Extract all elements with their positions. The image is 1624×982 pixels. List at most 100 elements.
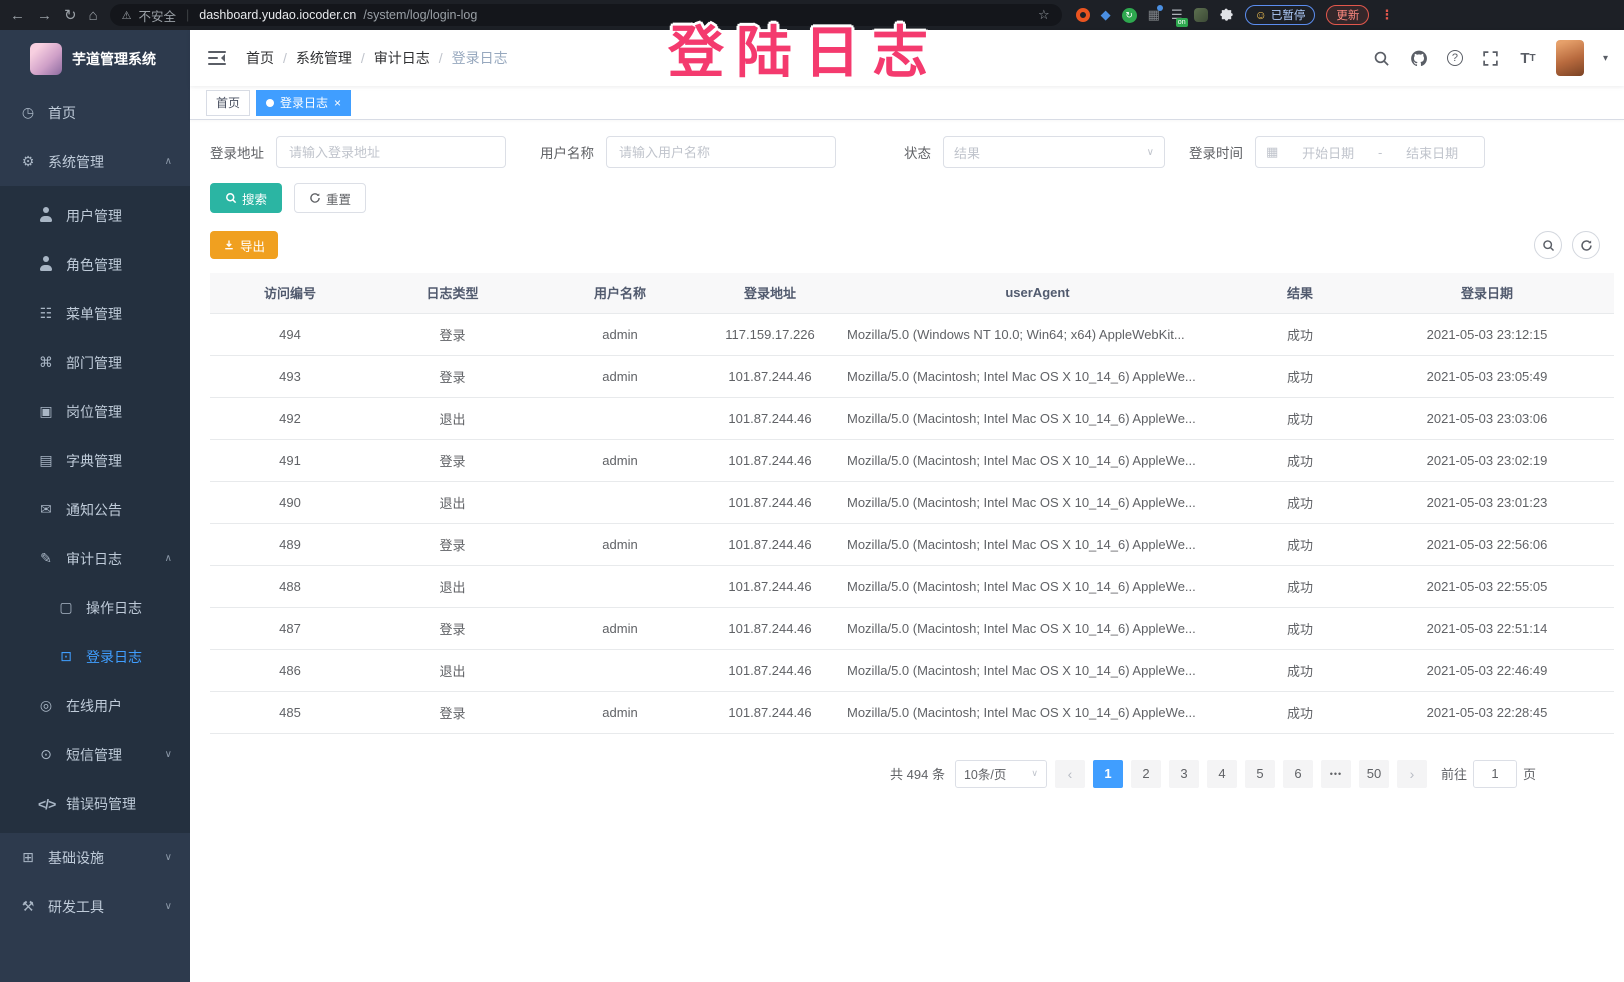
sidebar-item-home[interactable]: ◷ 首页 <box>0 88 190 137</box>
leaf-extension-icon[interactable] <box>1194 8 1208 22</box>
sidebar-item-menus[interactable]: ☷ 菜单管理 <box>0 289 190 338</box>
security-label[interactable]: 不安全 <box>139 6 177 25</box>
page-button-1[interactable]: 1 <box>1093 760 1123 788</box>
export-button[interactable]: 导出 <box>210 231 278 259</box>
breadcrumb-home[interactable]: 首页 <box>246 48 274 68</box>
cell-useragent: Mozilla/5.0 (Macintosh; Intel Mac OS X 1… <box>835 439 1240 481</box>
breadcrumb-system[interactable]: 系统管理 <box>296 48 352 68</box>
cell-result: 成功 <box>1240 313 1360 355</box>
font-size-icon[interactable]: TT <box>1519 49 1537 67</box>
download-icon <box>223 239 235 251</box>
extensions-paused-badge[interactable]: ☺ 已暂停 <box>1245 5 1316 25</box>
header-actions: ? TT ▾ <box>1373 40 1608 76</box>
cell-useragent: Mozilla/5.0 (Macintosh; Intel Mac OS X 1… <box>835 355 1240 397</box>
sidebar-item-posts[interactable]: ▣ 岗位管理 <box>0 387 190 436</box>
refresh-table-button[interactable] <box>1572 231 1600 259</box>
next-page-button[interactable]: › <box>1397 760 1427 788</box>
reset-button[interactable]: 重置 <box>294 183 366 213</box>
date-range-picker[interactable]: ▦ 开始日期 - 结束日期 <box>1255 136 1485 168</box>
avatar[interactable] <box>1556 40 1584 76</box>
page-button-2[interactable]: 2 <box>1131 760 1161 788</box>
cell-result: 成功 <box>1240 355 1360 397</box>
login-log-table: 访问编号 日志类型 用户名称 登录地址 userAgent 结果 登录日期 49… <box>210 273 1614 734</box>
page-size-select[interactable]: 10条/页 ∨ <box>955 760 1047 788</box>
github-icon[interactable] <box>1410 49 1428 67</box>
message-icon: ✉ <box>38 501 54 518</box>
close-icon[interactable]: × <box>334 96 341 110</box>
dashboard-icon: ◷ <box>20 104 36 121</box>
logo-row[interactable]: 芋道管理系统 <box>0 30 190 88</box>
peoples-icon <box>38 256 54 274</box>
chevron-down-icon: ∨ <box>1147 147 1154 158</box>
sidebar-item-infrastructure[interactable]: ⊞ 基础设施 ∨ <box>0 833 190 882</box>
breadcrumb-audit[interactable]: 审计日志 <box>374 48 430 68</box>
home-icon[interactable]: ⌂ <box>89 8 98 23</box>
date-start[interactable]: 开始日期 <box>1286 143 1370 162</box>
pagination: 共 494 条 10条/页 ∨ ‹ 1 2 3 4 5 6 ••• 50 › <box>210 760 1614 788</box>
sidebar-item-sms[interactable]: ⊙ 短信管理 ∨ <box>0 730 190 779</box>
address-filter-input[interactable] <box>276 136 506 168</box>
search-icon[interactable] <box>1373 49 1391 67</box>
cell-result: 成功 <box>1240 565 1360 607</box>
grid-extension-icon[interactable]: ▦ <box>1148 7 1160 23</box>
star-icon[interactable]: ☆ <box>1038 7 1050 23</box>
cell-date: 2021-05-03 22:46:49 <box>1360 649 1614 691</box>
back-icon[interactable]: ← <box>10 8 25 23</box>
tag-home[interactable]: 首页 <box>206 90 250 116</box>
toggle-search-button[interactable] <box>1534 231 1562 259</box>
status-filter-label: 状态 <box>904 142 931 162</box>
cell-result: 成功 <box>1240 691 1360 733</box>
sidebar-item-roles[interactable]: 角色管理 <box>0 240 190 289</box>
date-end[interactable]: 结束日期 <box>1390 143 1474 162</box>
address-divider: | <box>186 8 189 22</box>
sms-icon: ⊙ <box>38 746 54 763</box>
list-extension-icon[interactable]: ☰on <box>1171 7 1183 23</box>
username-filter-input[interactable] <box>606 136 836 168</box>
cell-date: 2021-05-03 22:55:05 <box>1360 565 1614 607</box>
puzzle-extension-icon[interactable] <box>1219 8 1234 23</box>
tag-login-log[interactable]: 登录日志 × <box>256 90 351 116</box>
sidebar-item-system[interactable]: ⚙ 系统管理 ∧ <box>0 137 190 186</box>
filter-actions: 搜索 重置 <box>210 183 1614 213</box>
more-pages-button[interactable]: ••• <box>1321 760 1351 788</box>
help-icon[interactable]: ? <box>1447 50 1463 66</box>
sidebar-item-notice[interactable]: ✉ 通知公告 <box>0 485 190 534</box>
log-icon: ✎ <box>38 550 54 567</box>
cell-useragent: Mozilla/5.0 (Macintosh; Intel Mac OS X 1… <box>835 397 1240 439</box>
sidebar-item-dev-tools[interactable]: ⚒ 研发工具 ∨ <box>0 882 190 931</box>
fullscreen-icon[interactable] <box>1482 49 1500 67</box>
sidebar-item-audit-log[interactable]: ✎ 审计日志 ∧ <box>0 534 190 583</box>
search-button[interactable]: 搜索 <box>210 183 282 213</box>
gem-extension-icon[interactable]: ◆ <box>1101 7 1111 23</box>
page-button-5[interactable]: 5 <box>1245 760 1275 788</box>
sidebar-item-online-users[interactable]: ◎ 在线用户 <box>0 681 190 730</box>
forward-icon[interactable]: → <box>37 8 52 23</box>
caret-down-icon[interactable]: ▾ <box>1603 53 1608 64</box>
prev-page-button[interactable]: ‹ <box>1055 760 1085 788</box>
page-button-6[interactable]: 6 <box>1283 760 1313 788</box>
kebab-menu-icon[interactable]: ⋮ <box>1380 7 1393 23</box>
page-button-3[interactable]: 3 <box>1169 760 1199 788</box>
dict-icon: ▤ <box>38 452 54 469</box>
ubuntu-extension-icon[interactable] <box>1076 8 1090 22</box>
cell-date: 2021-05-03 23:05:49 <box>1360 355 1614 397</box>
sidebar-item-login-log[interactable]: ⊡ 登录日志 <box>0 632 190 681</box>
sync-extension-icon[interactable]: ↻ <box>1122 8 1137 23</box>
page-button-50[interactable]: 50 <box>1359 760 1389 788</box>
table-row: 493 登录 admin 101.87.244.46 Mozilla/5.0 (… <box>210 355 1614 397</box>
page-button-4[interactable]: 4 <box>1207 760 1237 788</box>
reload-icon[interactable]: ↻ <box>64 8 77 23</box>
sidebar-item-error-codes[interactable]: </> 错误码管理 <box>0 779 190 828</box>
sidebar-item-dict[interactable]: ▤ 字典管理 <box>0 436 190 485</box>
face-icon: ☺ <box>1255 8 1267 22</box>
sidebar-item-users[interactable]: 用户管理 <box>0 191 190 240</box>
goto-page-input[interactable] <box>1473 760 1517 788</box>
goto-page: 前往 页 <box>1441 760 1536 788</box>
update-button[interactable]: 更新 <box>1326 5 1369 25</box>
sidebar-item-operation-log[interactable]: ▢ 操作日志 <box>0 583 190 632</box>
sidebar-item-departments[interactable]: ⌘ 部门管理 <box>0 338 190 387</box>
breadcrumb-current: 登录日志 <box>452 48 508 68</box>
hamburger-icon[interactable] <box>208 50 226 66</box>
table-toolbar: 导出 <box>210 231 1614 259</box>
status-select[interactable]: 结果 ∨ <box>943 136 1165 168</box>
